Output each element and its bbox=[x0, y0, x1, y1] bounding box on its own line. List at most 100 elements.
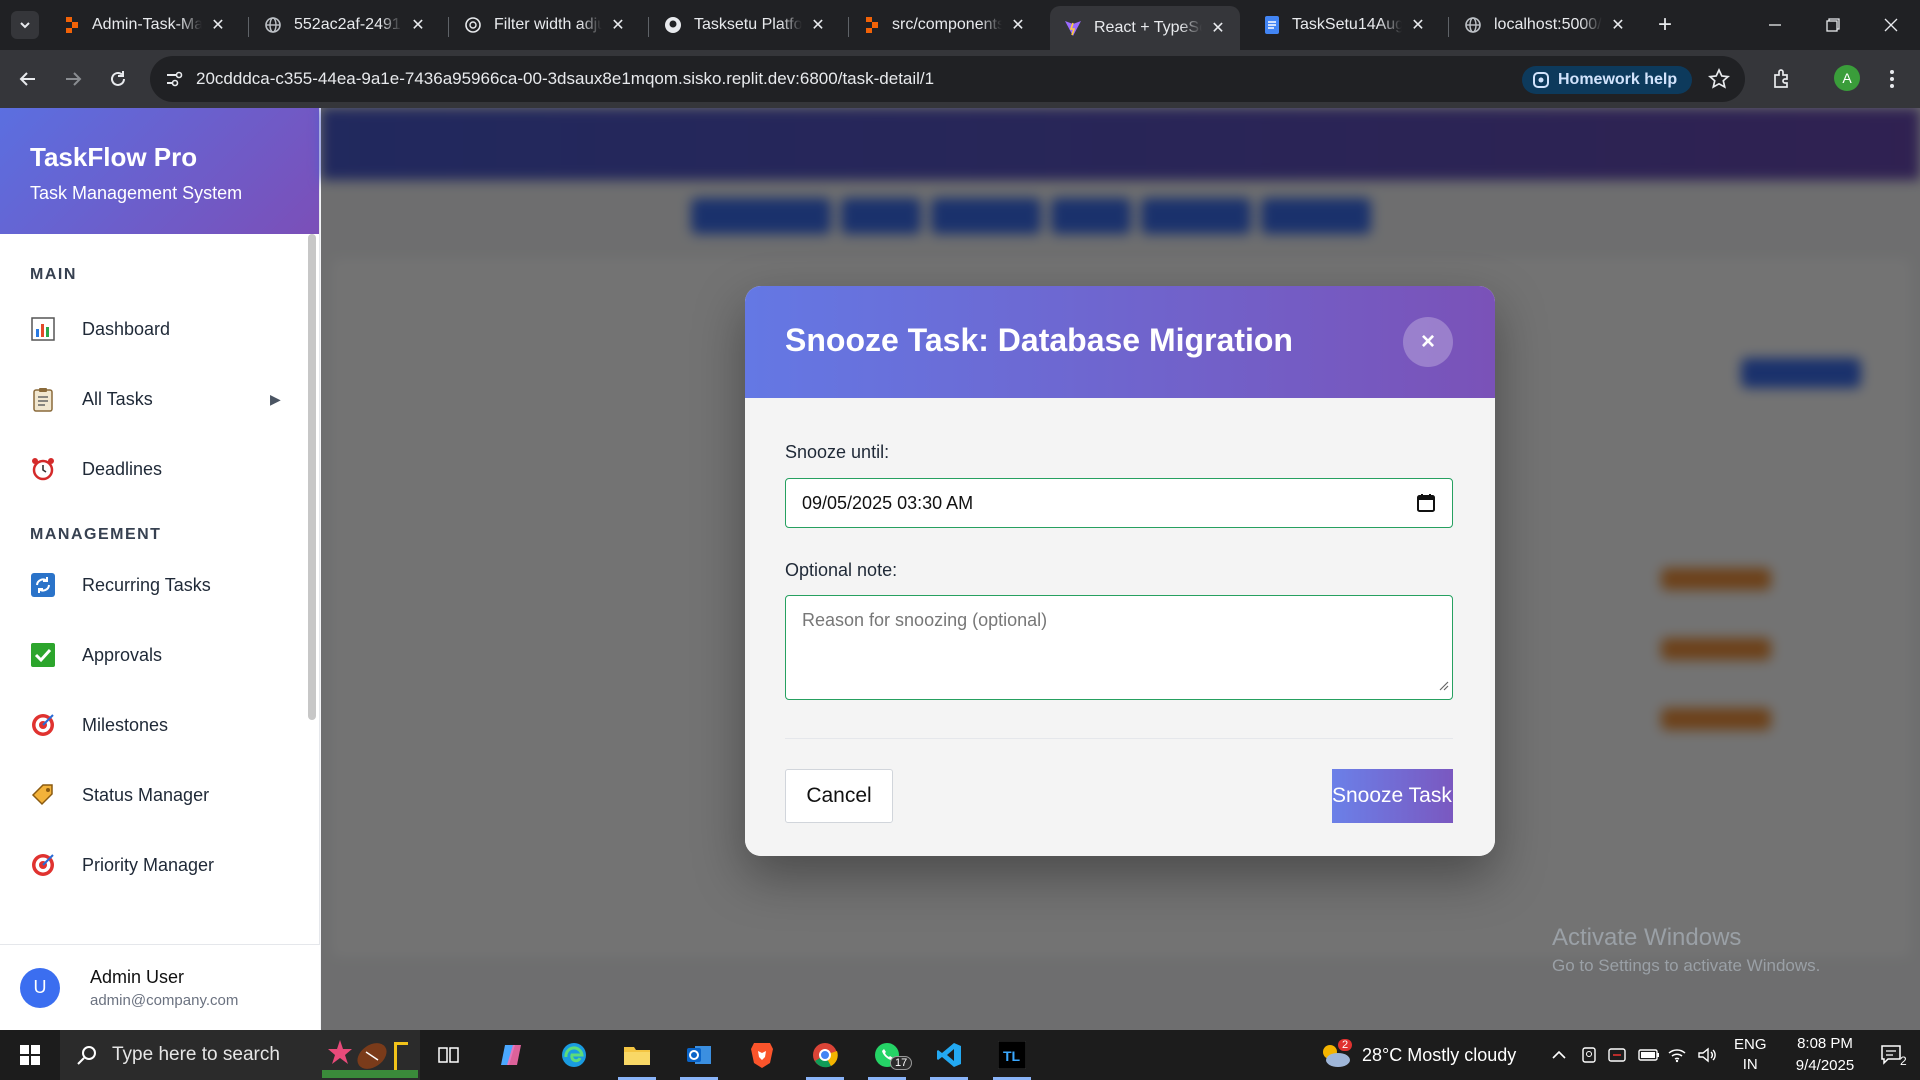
tab-separator bbox=[448, 17, 449, 37]
resize-handle-icon[interactable] bbox=[1439, 675, 1449, 696]
notification-center-icon[interactable]: 2 bbox=[1864, 1030, 1920, 1080]
battery-icon[interactable] bbox=[1636, 1030, 1662, 1080]
file-explorer-icon[interactable] bbox=[608, 1030, 666, 1080]
close-tab-icon[interactable]: ✕ bbox=[1608, 15, 1628, 35]
more-menu-icon[interactable] bbox=[1876, 63, 1908, 95]
expand-arrow-icon[interactable]: ▶ bbox=[270, 391, 281, 408]
tl-app-icon[interactable]: TL bbox=[983, 1030, 1041, 1080]
globe-icon bbox=[1464, 16, 1482, 34]
extensions-icon[interactable] bbox=[1766, 63, 1798, 95]
browser-toolbar: 20cdddca-c355-44ea-9a1e-7436a95966ca-00-… bbox=[0, 50, 1920, 108]
sidebar-item-all-tasks[interactable]: All Tasks ▶ bbox=[0, 364, 319, 434]
replit-icon bbox=[864, 16, 880, 34]
bookmark-star-icon[interactable] bbox=[1708, 68, 1730, 90]
whatsapp-icon[interactable]: 17 bbox=[858, 1030, 916, 1080]
chatgpt-icon bbox=[464, 16, 482, 34]
repeat-icon bbox=[30, 572, 56, 598]
notification-count: 2 bbox=[1900, 1054, 1907, 1068]
browser-tab-active[interactable]: React + TypeScri ✕ bbox=[1050, 6, 1240, 50]
browser-tab[interactable]: 552ac2af-2491-4 ✕ bbox=[250, 6, 440, 44]
sidebar-item-label: Recurring Tasks bbox=[82, 574, 211, 595]
browser-tab[interactable]: src/components/ ✕ bbox=[850, 6, 1040, 44]
close-tab-icon[interactable]: ✕ bbox=[1208, 18, 1228, 38]
tab-search-icon[interactable] bbox=[11, 11, 39, 39]
sidebar-item-approvals[interactable]: Approvals bbox=[0, 620, 319, 690]
docs-icon bbox=[1264, 15, 1280, 35]
sidebar-user-footer[interactable]: U Admin User admin@company.com bbox=[0, 944, 320, 1030]
close-tab-icon[interactable]: ✕ bbox=[808, 15, 828, 35]
sidebar-item-status-manager[interactable]: Status Manager bbox=[0, 760, 319, 830]
target-icon bbox=[30, 712, 56, 738]
check-box-icon bbox=[30, 642, 56, 668]
cloudy-weather-icon: 2 bbox=[1318, 1039, 1353, 1069]
sidebar-item-priority-manager[interactable]: Priority Manager bbox=[0, 830, 319, 900]
chevron-up-icon[interactable] bbox=[1546, 1030, 1572, 1080]
sidebar-item-deadlines[interactable]: Deadlines bbox=[0, 434, 319, 504]
task-view-icon[interactable] bbox=[420, 1030, 478, 1080]
avatar: U bbox=[20, 967, 60, 1008]
vite-icon bbox=[1064, 19, 1082, 37]
close-tab-icon[interactable]: ✕ bbox=[408, 15, 428, 35]
chrome-icon[interactable] bbox=[796, 1030, 854, 1080]
browser-tab[interactable]: Tasksetu Platform ✕ bbox=[650, 6, 840, 44]
close-tab-icon[interactable]: ✕ bbox=[1008, 15, 1028, 35]
note-textarea[interactable]: Reason for snoozing (optional) bbox=[785, 595, 1453, 700]
github-icon bbox=[664, 16, 682, 34]
browser-tab[interactable]: TaskSetu14Aug2 ✕ bbox=[1250, 6, 1440, 44]
weather-widget[interactable]: 2 28°C Mostly cloudy bbox=[1318, 1030, 1516, 1080]
edge-icon[interactable] bbox=[545, 1030, 603, 1080]
lens-icon bbox=[1532, 71, 1550, 89]
reload-icon[interactable] bbox=[102, 63, 134, 95]
windows-start-icon[interactable] bbox=[0, 1030, 60, 1080]
copilot-icon[interactable] bbox=[482, 1030, 540, 1080]
close-tab-icon[interactable]: ✕ bbox=[208, 15, 228, 35]
browser-tab[interactable]: localhost:5000/t ✕ bbox=[1450, 6, 1640, 44]
back-icon[interactable] bbox=[12, 63, 44, 95]
profile-avatar[interactable]: A bbox=[1834, 65, 1860, 91]
close-window-icon[interactable] bbox=[1862, 0, 1920, 50]
site-info-icon[interactable] bbox=[164, 69, 184, 89]
optional-note-label: Optional note: bbox=[785, 560, 898, 580]
close-tab-icon[interactable]: ✕ bbox=[1408, 15, 1428, 35]
wifi-icon[interactable] bbox=[1664, 1030, 1690, 1080]
app-subtitle: Task Management System bbox=[30, 183, 243, 203]
search-highlight-football-icon bbox=[322, 1032, 418, 1078]
cancel-button[interactable]: Cancel bbox=[785, 769, 893, 823]
sidebar-scrollbar[interactable] bbox=[308, 234, 316, 720]
address-bar[interactable]: 20cdddca-c355-44ea-9a1e-7436a95966ca-00-… bbox=[150, 56, 1745, 102]
brave-icon[interactable] bbox=[733, 1030, 791, 1080]
outlook-icon[interactable] bbox=[670, 1030, 728, 1080]
onedrive-sync-icon[interactable] bbox=[1604, 1030, 1630, 1080]
restore-icon[interactable] bbox=[1804, 0, 1862, 50]
forward-icon[interactable] bbox=[57, 63, 89, 95]
snooze-datetime-input[interactable]: 09/05/2025 03:30 AM bbox=[785, 478, 1453, 528]
web-page: TaskFlow Pro Task Management System MAIN… bbox=[0, 108, 1920, 1030]
close-tab-icon[interactable]: ✕ bbox=[608, 15, 628, 35]
modal-title: Snooze Task: Database Migration bbox=[785, 322, 1293, 358]
sidebar-item-milestones[interactable]: Milestones bbox=[0, 690, 319, 760]
language-indicator[interactable]: ENG IN bbox=[1734, 1030, 1767, 1080]
section-management-heading: MANAGEMENT bbox=[30, 526, 162, 543]
svg-text:TL: TL bbox=[1003, 1048, 1021, 1064]
whatsapp-badge: 17 bbox=[890, 1056, 913, 1070]
vscode-icon[interactable] bbox=[920, 1030, 978, 1080]
browser-tab[interactable]: Filter width adju ✕ bbox=[450, 6, 640, 44]
new-tab-icon[interactable]: + bbox=[1650, 10, 1680, 40]
volume-icon[interactable] bbox=[1694, 1030, 1720, 1080]
tab-separator bbox=[848, 17, 849, 37]
snooze-task-button[interactable]: Snooze Task bbox=[1332, 769, 1453, 823]
user-email: admin@company.com bbox=[90, 991, 239, 1009]
taskbar-search[interactable]: Type here to search bbox=[60, 1030, 420, 1080]
minimize-icon[interactable] bbox=[1746, 0, 1804, 50]
sidebar-item-label: Dashboard bbox=[82, 318, 171, 339]
sidebar-item-recurring-tasks[interactable]: Recurring Tasks bbox=[0, 550, 319, 620]
close-icon[interactable]: × bbox=[1403, 317, 1453, 367]
calendar-icon[interactable] bbox=[1416, 493, 1436, 513]
sidebar-item-label: Priority Manager bbox=[82, 854, 215, 875]
clock[interactable]: 8:08 PM 9/4/2025 bbox=[1780, 1030, 1870, 1080]
sidebar-item-dashboard[interactable]: Dashboard bbox=[0, 294, 319, 364]
sidebar: TaskFlow Pro Task Management System MAIN… bbox=[0, 108, 320, 1030]
meet-now-icon[interactable] bbox=[1576, 1030, 1602, 1080]
homework-help-button[interactable]: Homework help bbox=[1522, 66, 1692, 94]
browser-tab[interactable]: Admin-Task-Man ✕ bbox=[50, 6, 240, 44]
